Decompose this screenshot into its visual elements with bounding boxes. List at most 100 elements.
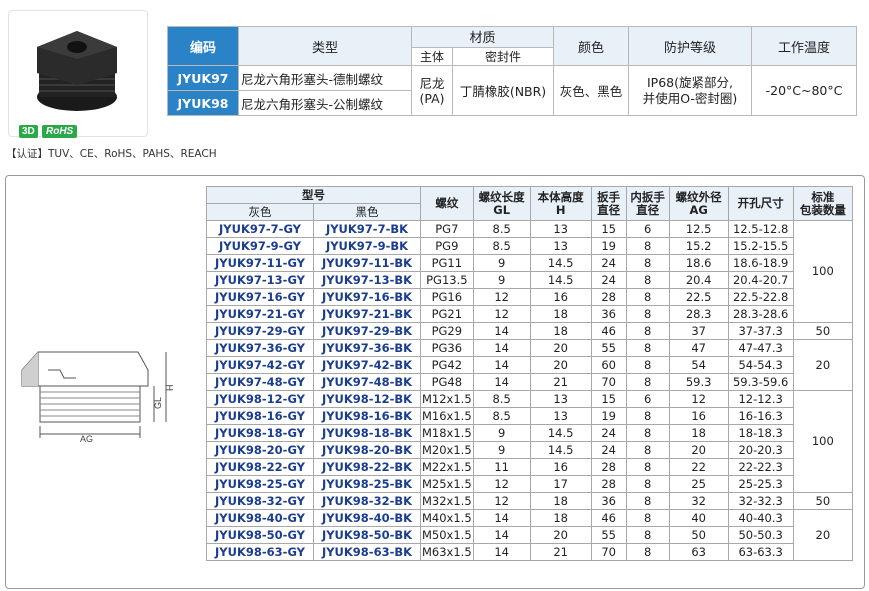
col-ag: 螺纹外径 AG: [668, 186, 729, 221]
table-cell: M16x1.5: [420, 407, 474, 425]
table-cell: 8.5: [472, 407, 531, 425]
table-cell: 13: [529, 237, 592, 255]
col-material-seal: 密封件: [452, 46, 554, 67]
table-cell: 6: [625, 390, 670, 408]
table-cell: 40: [668, 509, 729, 527]
table-cell: 21: [529, 543, 592, 561]
table-cell: JYUK97-16-BK: [313, 288, 421, 306]
table-cell: 37: [668, 322, 729, 340]
certification-text: 【认证】TUV、CE、RoHS、PAHS、REACH: [6, 148, 217, 160]
table-cell: JYUK98-32-GY: [206, 492, 314, 510]
table-cell: 20.4: [668, 271, 729, 289]
table-cell: JYUK98-18-GY: [206, 424, 314, 442]
table-cell: JYUK98-20-GY: [206, 441, 314, 459]
pack-quantity: 50: [792, 492, 854, 510]
table-cell: PG16: [420, 288, 474, 306]
table-cell: PG7: [420, 220, 474, 238]
code-jyuk97: JYUK97: [167, 65, 239, 92]
table-cell: 18: [529, 492, 592, 510]
table-cell: JYUK97-11-BK: [313, 254, 421, 272]
table-cell: 8: [625, 458, 670, 476]
table-cell: 14: [472, 356, 531, 374]
table-cell: JYUK98-63-BK: [313, 543, 421, 561]
table-cell: PG9: [420, 237, 474, 255]
col-gl: 螺纹长度 GL: [472, 186, 531, 221]
table-cell: JYUK98-16-GY: [206, 407, 314, 425]
table-cell: JYUK97-21-BK: [313, 305, 421, 323]
table-row: JYUK98-20-GY JYUK98-20-BK M20x1.5 9 14.5 24 8 2…: [206, 441, 853, 459]
table-cell: 12.5: [668, 220, 729, 238]
table-cell: 59.3-59.6: [727, 373, 794, 391]
table-cell: 16: [529, 458, 592, 476]
table-cell: 22.5-22.8: [727, 288, 794, 306]
table-cell: 14.5: [529, 441, 592, 459]
table-cell: M22x1.5: [420, 458, 474, 476]
table-cell: PG48: [420, 373, 474, 391]
table-cell: JYUK98-25-GY: [206, 475, 314, 493]
table-row: JYUK98-63-GY JYUK98-63-BK M63x1.5 14 21 70 8 63…: [206, 543, 853, 561]
table-cell: 18: [529, 322, 592, 340]
table-cell: JYUK97-7-BK: [313, 220, 421, 238]
table-cell: JYUK97-42-GY: [206, 356, 314, 374]
table-cell: 14: [472, 339, 531, 357]
table-cell: 15.2-15.5: [727, 237, 794, 255]
table-cell: PG29: [420, 322, 474, 340]
table-cell: 8: [625, 339, 670, 357]
table-cell: M25x1.5: [420, 475, 474, 493]
table-cell: 8: [625, 441, 670, 459]
table-cell: 28: [590, 458, 627, 476]
table-cell: JYUK97-7-GY: [206, 220, 314, 238]
table-cell: 60: [590, 356, 627, 374]
col-code: 编码: [167, 25, 239, 67]
table-cell: JYUK98-25-BK: [313, 475, 421, 493]
table-cell: JYUK98-40-BK: [313, 509, 421, 527]
table-cell: PG11: [420, 254, 474, 272]
col-material-main: 主体: [411, 46, 453, 67]
table-cell: JYUK98-63-GY: [206, 543, 314, 561]
table-cell: 20: [529, 339, 592, 357]
table-cell: 22.5: [668, 288, 729, 306]
table-cell: 24: [590, 441, 627, 459]
table-cell: 12: [472, 492, 531, 510]
table-row: JYUK97-48-GY JYUK97-48-BK PG48 14 21 70 8 59.3 5…: [206, 373, 853, 391]
table-cell: 18: [529, 509, 592, 527]
table-cell: 54: [668, 356, 729, 374]
table-cell: 8: [625, 526, 670, 544]
table-cell: M50x1.5: [420, 526, 474, 544]
table-cell: 19: [590, 237, 627, 255]
table-row: JYUK97-42-GY JYUK97-42-BK PG42 14 20 60 8 54 54-…: [206, 356, 853, 374]
type-jyuk98: 尼龙六角形塞头-公制螺纹: [238, 90, 412, 116]
table-cell: 9: [472, 271, 531, 289]
table-cell: 8: [625, 356, 670, 374]
table-cell: 8: [625, 237, 670, 255]
table-cell: 13: [529, 407, 592, 425]
product-image: 3D RoHS: [8, 10, 148, 138]
table-cell: 14.5: [529, 424, 592, 442]
pack-quantity: 20: [792, 509, 854, 561]
table-cell: 17: [529, 475, 592, 493]
col-model: 型号: [206, 186, 421, 204]
table-cell: 63-63.3: [727, 543, 794, 561]
table-cell: 16: [529, 288, 592, 306]
table-cell: 14.5: [529, 254, 592, 272]
table-cell: M18x1.5: [420, 424, 474, 442]
col-wrench: 扳手 直径: [590, 186, 627, 221]
table-cell: 28: [590, 475, 627, 493]
table-cell: 18: [668, 424, 729, 442]
table-cell: 32: [668, 492, 729, 510]
table-cell: 12-12.3: [727, 390, 794, 408]
table-cell: JYUK98-12-BK: [313, 390, 421, 408]
table-cell: M20x1.5: [420, 441, 474, 459]
table-cell: 47-47.3: [727, 339, 794, 357]
table-row: JYUK97-21-GY JYUK97-21-BK PG21 12 18 36 8 28.3 2…: [206, 305, 853, 323]
table-cell: JYUK97-42-BK: [313, 356, 421, 374]
table-cell: 28: [590, 288, 627, 306]
table-cell: 11: [472, 458, 531, 476]
table-cell: 8: [625, 407, 670, 425]
table-cell: 20-20.3: [727, 441, 794, 459]
table-cell: 8: [625, 424, 670, 442]
table-cell: 8: [625, 288, 670, 306]
table-cell: JYUK98-40-GY: [206, 509, 314, 527]
table-cell: 9: [472, 424, 531, 442]
table-cell: 63: [668, 543, 729, 561]
